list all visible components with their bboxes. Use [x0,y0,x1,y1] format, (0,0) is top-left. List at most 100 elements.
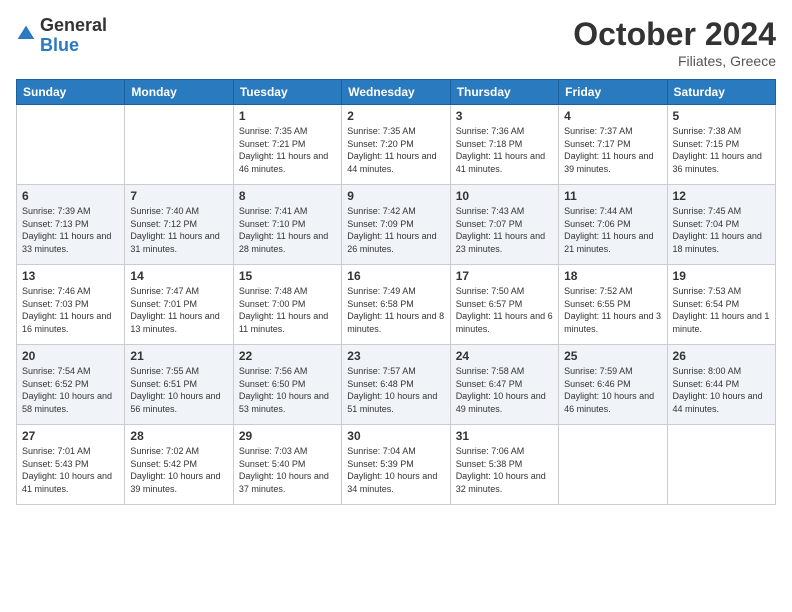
day-info: Sunrise: 7:50 AM Sunset: 6:57 PM Dayligh… [456,285,553,335]
calendar-cell: 12 Sunrise: 7:45 AM Sunset: 7:04 PM Dayli… [667,185,775,265]
weekday-header-wednesday: Wednesday [342,80,450,105]
day-info: Sunrise: 7:55 AM Sunset: 6:51 PM Dayligh… [130,365,227,415]
month-title: October 2024 [573,16,776,53]
day-info: Sunrise: 7:37 AM Sunset: 7:17 PM Dayligh… [564,125,661,175]
calendar-cell: 16 Sunrise: 7:49 AM Sunset: 6:58 PM Dayli… [342,265,450,345]
day-info: Sunrise: 7:56 AM Sunset: 6:50 PM Dayligh… [239,365,336,415]
calendar-cell: 6Sunrise: 7:39 AM Sunset: 7:13 PM Daylig… [17,185,125,265]
day-number: 4 [564,109,661,123]
calendar-cell: 19Sunrise: 7:53 AM Sunset: 6:54 PM Dayli… [667,265,775,345]
calendar-cell [559,425,667,505]
calendar-cell: 20 Sunrise: 7:54 AM Sunset: 6:52 PM Dayli… [17,345,125,425]
calendar-cell: 17 Sunrise: 7:50 AM Sunset: 6:57 PM Dayli… [450,265,558,345]
weekday-header-monday: Monday [125,80,233,105]
day-number: 27 [22,429,119,443]
day-number: 21 [130,349,227,363]
calendar-cell: 28Sunrise: 7:02 AM Sunset: 5:42 PM Dayli… [125,425,233,505]
day-number: 1 [239,109,336,123]
weekday-header-tuesday: Tuesday [233,80,341,105]
calendar-cell: 29 Sunrise: 7:03 AM Sunset: 5:40 PM Dayli… [233,425,341,505]
calendar-cell: 18Sunrise: 7:52 AM Sunset: 6:55 PM Dayli… [559,265,667,345]
day-info: Sunrise: 7:57 AM Sunset: 6:48 PM Dayligh… [347,365,444,415]
day-number: 11 [564,189,661,203]
calendar-cell: 26Sunrise: 8:00 AM Sunset: 6:44 PM Dayli… [667,345,775,425]
day-info: Sunrise: 7:44 AM Sunset: 7:06 PM Dayligh… [564,205,661,255]
calendar-cell: 3Sunrise: 7:36 AM Sunset: 7:18 PM Daylig… [450,105,558,185]
calendar-week-row: 20 Sunrise: 7:54 AM Sunset: 6:52 PM Dayli… [17,345,776,425]
weekday-header-saturday: Saturday [667,80,775,105]
day-number: 7 [130,189,227,203]
logo-general-text: General [40,15,107,35]
weekday-header-friday: Friday [559,80,667,105]
day-info: Sunrise: 7:38 AM Sunset: 7:15 PM Dayligh… [673,125,770,175]
calendar-cell: 23 Sunrise: 7:57 AM Sunset: 6:48 PM Dayli… [342,345,450,425]
location-text: Filiates, Greece [573,53,776,69]
day-info: Sunrise: 7:45 AM Sunset: 7:04 PM Dayligh… [673,205,770,255]
day-number: 17 [456,269,553,283]
day-number: 28 [130,429,227,443]
day-info: Sunrise: 7:48 AM Sunset: 7:00 PM Dayligh… [239,285,336,335]
calendar-body: 1 Sunrise: 7:35 AM Sunset: 7:21 PM Daylig… [17,105,776,505]
day-number: 9 [347,189,444,203]
day-info: Sunrise: 7:40 AM Sunset: 7:12 PM Dayligh… [130,205,227,255]
day-info: Sunrise: 7:49 AM Sunset: 6:58 PM Dayligh… [347,285,444,335]
weekday-header-thursday: Thursday [450,80,558,105]
day-number: 12 [673,189,770,203]
day-info: Sunrise: 7:36 AM Sunset: 7:18 PM Dayligh… [456,125,553,175]
day-info: Sunrise: 7:06 AM Sunset: 5:38 PM Dayligh… [456,445,553,495]
day-info: Sunrise: 7:52 AM Sunset: 6:55 PM Dayligh… [564,285,661,335]
calendar-week-row: 27 Sunrise: 7:01 AM Sunset: 5:43 PM Dayli… [17,425,776,505]
day-info: Sunrise: 7:35 AM Sunset: 7:21 PM Dayligh… [239,125,336,175]
calendar-cell: 1 Sunrise: 7:35 AM Sunset: 7:21 PM Daylig… [233,105,341,185]
calendar-cell: 14Sunrise: 7:47 AM Sunset: 7:01 PM Dayli… [125,265,233,345]
day-info: Sunrise: 7:03 AM Sunset: 5:40 PM Dayligh… [239,445,336,495]
day-number: 19 [673,269,770,283]
calendar-cell: 13 Sunrise: 7:46 AM Sunset: 7:03 PM Dayli… [17,265,125,345]
calendar-cell: 21 Sunrise: 7:55 AM Sunset: 6:51 PM Dayli… [125,345,233,425]
calendar-cell: 24 Sunrise: 7:58 AM Sunset: 6:47 PM Dayli… [450,345,558,425]
calendar-cell [125,105,233,185]
day-info: Sunrise: 7:43 AM Sunset: 7:07 PM Dayligh… [456,205,553,255]
calendar-week-row: 1 Sunrise: 7:35 AM Sunset: 7:21 PM Daylig… [17,105,776,185]
day-number: 2 [347,109,444,123]
calendar-cell: 5 Sunrise: 7:38 AM Sunset: 7:15 PM Daylig… [667,105,775,185]
day-info: Sunrise: 7:01 AM Sunset: 5:43 PM Dayligh… [22,445,119,495]
calendar-cell: 7 Sunrise: 7:40 AM Sunset: 7:12 PM Daylig… [125,185,233,265]
day-info: Sunrise: 7:42 AM Sunset: 7:09 PM Dayligh… [347,205,444,255]
logo-blue-text: Blue [40,35,79,55]
calendar-cell: 2Sunrise: 7:35 AM Sunset: 7:20 PM Daylig… [342,105,450,185]
calendar-cell: 27 Sunrise: 7:01 AM Sunset: 5:43 PM Dayli… [17,425,125,505]
day-number: 16 [347,269,444,283]
day-number: 29 [239,429,336,443]
day-info: Sunrise: 7:39 AM Sunset: 7:13 PM Dayligh… [22,205,119,255]
day-number: 30 [347,429,444,443]
day-number: 24 [456,349,553,363]
calendar-cell: 11 Sunrise: 7:44 AM Sunset: 7:06 PM Dayli… [559,185,667,265]
day-number: 31 [456,429,553,443]
calendar-cell: 22 Sunrise: 7:56 AM Sunset: 6:50 PM Dayli… [233,345,341,425]
day-number: 8 [239,189,336,203]
calendar-week-row: 13 Sunrise: 7:46 AM Sunset: 7:03 PM Dayli… [17,265,776,345]
calendar-table: SundayMondayTuesdayWednesdayThursdayFrid… [16,79,776,505]
day-info: Sunrise: 7:46 AM Sunset: 7:03 PM Dayligh… [22,285,119,335]
day-info: Sunrise: 7:41 AM Sunset: 7:10 PM Dayligh… [239,205,336,255]
calendar-cell [17,105,125,185]
calendar-cell: 10 Sunrise: 7:43 AM Sunset: 7:07 PM Dayli… [450,185,558,265]
day-number: 22 [239,349,336,363]
day-number: 15 [239,269,336,283]
calendar-cell: 31 Sunrise: 7:06 AM Sunset: 5:38 PM Dayli… [450,425,558,505]
logo-icon [16,24,36,44]
day-info: Sunrise: 7:58 AM Sunset: 6:47 PM Dayligh… [456,365,553,415]
day-number: 5 [673,109,770,123]
weekday-header-row: SundayMondayTuesdayWednesdayThursdayFrid… [17,80,776,105]
day-number: 20 [22,349,119,363]
day-info: Sunrise: 7:04 AM Sunset: 5:39 PM Dayligh… [347,445,444,495]
calendar-week-row: 6Sunrise: 7:39 AM Sunset: 7:13 PM Daylig… [17,185,776,265]
day-info: Sunrise: 7:54 AM Sunset: 6:52 PM Dayligh… [22,365,119,415]
day-number: 10 [456,189,553,203]
logo: General Blue [16,16,107,56]
day-number: 13 [22,269,119,283]
day-number: 23 [347,349,444,363]
day-number: 25 [564,349,661,363]
day-info: Sunrise: 7:59 AM Sunset: 6:46 PM Dayligh… [564,365,661,415]
